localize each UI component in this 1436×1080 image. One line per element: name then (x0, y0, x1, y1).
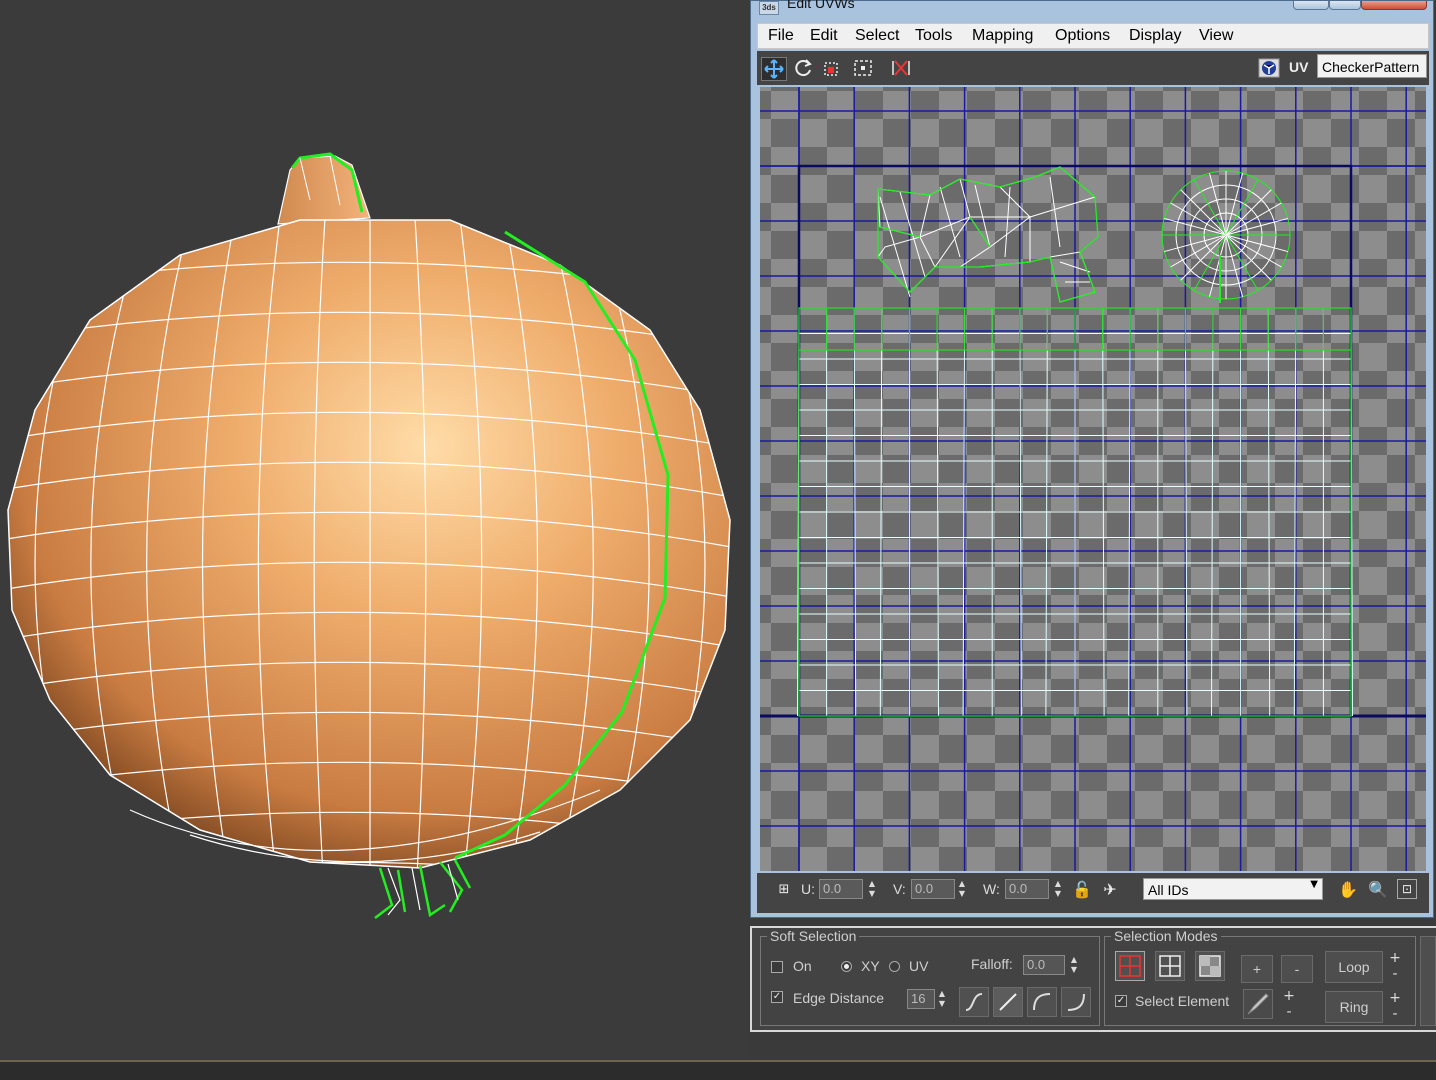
uv-options-panel: Soft Selection On XY UV Falloff: 0.0 ▲ ▼ … (750, 926, 1436, 1032)
paint-grow-button[interactable]: + (1281, 989, 1297, 1003)
uv-status-bar: ⊞ U: 0.0 ▲ ▼ V: 0.0 ▲ ▼ W: 0.0 ▲ ▼ 🔓 ✈ All … (757, 873, 1429, 913)
vertex-mode-icon[interactable] (1115, 951, 1145, 981)
xy-radio[interactable] (841, 961, 852, 972)
menu-display[interactable]: Display (1129, 27, 1181, 45)
soft-selection-title: Soft Selection (767, 928, 860, 944)
v-label: V: (893, 881, 906, 897)
id-filter-value: All IDs (1148, 882, 1189, 898)
zoom-region-icon[interactable]: ⊡ (1397, 879, 1417, 899)
falloff-fast-out-icon[interactable] (1061, 987, 1091, 1017)
loop-grow-button[interactable]: + (1387, 951, 1403, 965)
menu-select[interactable]: Select (855, 27, 899, 45)
selection-modes-title: Selection Modes (1111, 928, 1221, 944)
pan-hand-icon[interactable]: ✋ (1337, 879, 1359, 901)
menu-edit[interactable]: Edit (810, 27, 838, 45)
app-icon: 3ds (759, 1, 779, 15)
menu-view[interactable]: View (1199, 27, 1233, 45)
u-label: U: (801, 881, 815, 897)
mirror-tool-icon[interactable] (889, 57, 913, 79)
status-strip (0, 1060, 1436, 1080)
texture-dropdown[interactable]: CheckerPattern (1317, 54, 1427, 78)
selection-modes-group: Selection Modes + - Loop + - ✓ Select El… (1104, 928, 1416, 1026)
on-checkbox[interactable] (771, 961, 783, 973)
uv-editor-canvas[interactable] (760, 87, 1426, 871)
v-field[interactable]: 0.0 (911, 879, 955, 899)
shrink-button[interactable]: - (1281, 955, 1313, 983)
texture-checker-icon[interactable] (1257, 57, 1281, 79)
menu-mapping[interactable]: Mapping (972, 27, 1033, 45)
edge-distance-spinner[interactable]: ▲ ▼ (937, 989, 947, 1009)
close-button[interactable] (1361, 1, 1427, 10)
scale-tool-icon[interactable] (821, 57, 845, 79)
uv-label: UV (909, 958, 929, 974)
menu-bar: File Edit Select Tools Mapping Options D… (757, 23, 1429, 49)
menu-file[interactable]: File (768, 27, 794, 45)
id-filter-dropdown[interactable]: All IDs ▼ (1143, 878, 1323, 900)
uv-label[interactable]: UV (1289, 59, 1308, 75)
paint-shrink-button[interactable]: - (1281, 1005, 1297, 1019)
ring-shrink-button[interactable]: - (1387, 1007, 1403, 1021)
move-tool-icon[interactable] (761, 57, 787, 81)
window-title: Edit UVWs (787, 0, 855, 11)
face-mode-icon[interactable] (1195, 951, 1225, 981)
ring-button[interactable]: Ring (1325, 991, 1383, 1023)
uv-radio[interactable] (889, 961, 900, 972)
panel-scroll-handle[interactable] (1420, 936, 1436, 1026)
dropdown-arrow-icon: ▼ (1310, 879, 1318, 890)
w-label: W: (983, 881, 1000, 897)
select-element-checkbox[interactable]: ✓ (1115, 995, 1127, 1007)
title-bar[interactable]: 3ds Edit UVWs (751, 0, 1433, 17)
paint-select-icon[interactable] (1243, 989, 1273, 1019)
falloff-slow-out-icon[interactable] (1027, 987, 1057, 1017)
falloff-field[interactable]: 0.0 (1023, 955, 1065, 975)
u-field[interactable]: 0.0 (819, 879, 863, 899)
snap-icon[interactable]: ⊞ (773, 879, 795, 901)
onion-model[interactable] (0, 0, 748, 1060)
paper-plane-icon[interactable]: ✈ (1099, 879, 1121, 901)
uv-toolbar: UV CheckerPattern (757, 51, 1429, 85)
rotate-tool-icon[interactable] (791, 57, 815, 79)
edit-uvws-window[interactable]: 3ds Edit UVWs File Edit Select Tools Map… (750, 0, 1434, 918)
falloff-linear-icon[interactable] (993, 987, 1023, 1017)
soft-selection-group: Soft Selection On XY UV Falloff: 0.0 ▲ ▼ … (760, 928, 1100, 1026)
edge-mode-icon[interactable] (1155, 951, 1185, 981)
u-spinner[interactable]: ▲ ▼ (867, 879, 877, 899)
loop-shrink-button[interactable]: - (1387, 967, 1403, 981)
v-spinner[interactable]: ▲ ▼ (957, 879, 967, 899)
3d-viewport[interactable] (0, 0, 748, 1060)
grow-button[interactable]: + (1241, 955, 1273, 983)
ring-grow-button[interactable]: + (1387, 991, 1403, 1005)
freeform-tool-icon[interactable] (851, 57, 875, 79)
loop-button[interactable]: Loop (1325, 951, 1383, 983)
edge-distance-field[interactable]: 16 (907, 989, 935, 1009)
w-spinner[interactable]: ▲ ▼ (1053, 879, 1063, 899)
w-field[interactable]: 0.0 (1005, 879, 1049, 899)
zoom-icon[interactable]: 🔍 (1367, 879, 1389, 901)
falloff-label: Falloff: (971, 956, 1013, 972)
edge-distance-checkbox[interactable]: ✓ (771, 991, 783, 1003)
on-label: On (793, 958, 812, 974)
falloff-spinner[interactable]: ▲ ▼ (1069, 955, 1079, 975)
menu-tools[interactable]: Tools (915, 27, 952, 45)
menu-options[interactable]: Options (1055, 27, 1110, 45)
xy-label: XY (861, 958, 880, 974)
edge-distance-label: Edge Distance (793, 990, 885, 1006)
lock-icon[interactable]: 🔓 (1071, 879, 1093, 901)
maximize-button[interactable] (1329, 1, 1361, 10)
falloff-smooth-icon[interactable] (959, 987, 989, 1017)
select-element-label: Select Element (1135, 993, 1230, 1009)
minimize-button[interactable] (1293, 1, 1329, 10)
